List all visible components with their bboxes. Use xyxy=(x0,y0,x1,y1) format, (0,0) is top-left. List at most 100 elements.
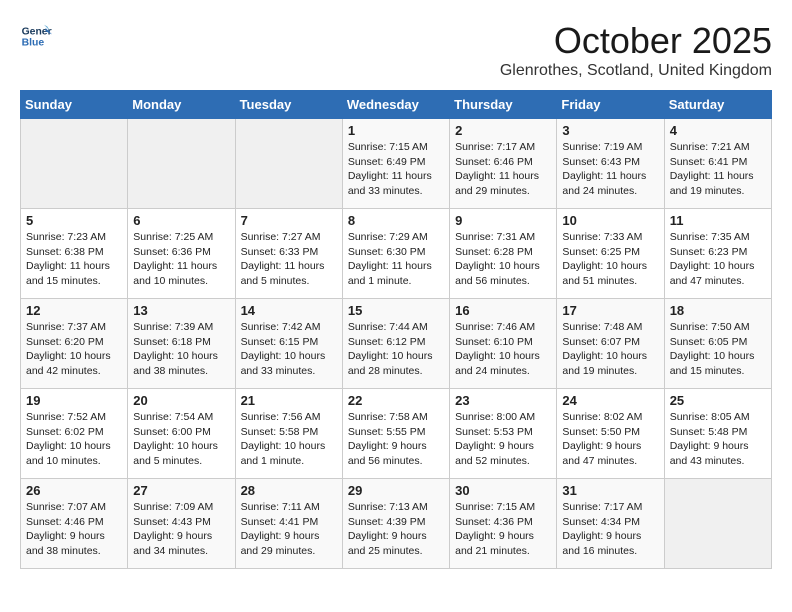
calendar-week-row: 26 Sunrise: 7:07 AM Sunset: 4:46 PM Dayli… xyxy=(21,479,772,569)
day-info: Sunrise: 7:54 AM Sunset: 6:00 PM Dayligh… xyxy=(133,410,229,469)
calendar-week-row: 12Sunrise: 7:37 AM Sunset: 6:20 PM Dayli… xyxy=(21,299,772,389)
calendar-table: SundayMondayTuesdayWednesdayThursdayFrid… xyxy=(20,90,772,569)
day-number: 12 xyxy=(26,303,122,318)
calendar-cell: 20 Sunrise: 7:54 AM Sunset: 6:00 PM Dayli… xyxy=(128,389,235,479)
calendar-week-row: 5 Sunrise: 7:23 AM Sunset: 6:38 PM Daylig… xyxy=(21,209,772,299)
weekday-header: Thursday xyxy=(450,91,557,119)
day-number: 3 xyxy=(562,123,658,138)
day-info: Sunrise: 8:05 AM Sunset: 5:48 PM Dayligh… xyxy=(670,410,766,469)
calendar-cell: 5 Sunrise: 7:23 AM Sunset: 6:38 PM Daylig… xyxy=(21,209,128,299)
day-number: 9 xyxy=(455,213,551,228)
calendar-cell: 17 Sunrise: 7:48 AM Sunset: 6:07 PM Dayli… xyxy=(557,299,664,389)
calendar-cell: 26 Sunrise: 7:07 AM Sunset: 4:46 PM Dayli… xyxy=(21,479,128,569)
calendar-cell: 3 Sunrise: 7:19 AM Sunset: 6:43 PM Daylig… xyxy=(557,119,664,209)
day-info: Sunrise: 7:11 AM Sunset: 4:41 PM Dayligh… xyxy=(241,500,337,559)
weekday-header: Tuesday xyxy=(235,91,342,119)
day-info: Sunrise: 7:33 AM Sunset: 6:25 PM Dayligh… xyxy=(562,230,658,289)
calendar-cell xyxy=(128,119,235,209)
logo-icon: General Blue xyxy=(20,20,52,52)
calendar-cell: 31 Sunrise: 7:17 AM Sunset: 4:34 PM Dayli… xyxy=(557,479,664,569)
day-info: Sunrise: 7:07 AM Sunset: 4:46 PM Dayligh… xyxy=(26,500,122,559)
day-number: 17 xyxy=(562,303,658,318)
calendar-cell: 19 Sunrise: 7:52 AM Sunset: 6:02 PM Dayli… xyxy=(21,389,128,479)
location-title: Glenrothes, Scotland, United Kingdom xyxy=(500,62,772,80)
day-info: Sunrise: 7:17 AM Sunset: 6:46 PM Dayligh… xyxy=(455,140,551,199)
calendar-cell: 9 Sunrise: 7:31 AM Sunset: 6:28 PM Daylig… xyxy=(450,209,557,299)
day-info: Sunrise: 7:27 AM Sunset: 6:33 PM Dayligh… xyxy=(241,230,337,289)
weekday-header: Monday xyxy=(128,91,235,119)
svg-text:Blue: Blue xyxy=(22,38,45,49)
day-number: 11 xyxy=(670,213,766,228)
day-info: Sunrise: 7:44 AM Sunset: 6:12 PM Dayligh… xyxy=(348,320,444,379)
calendar-cell: 7Sunrise: 7:27 AM Sunset: 6:33 PM Daylig… xyxy=(235,209,342,299)
day-number: 10 xyxy=(562,213,658,228)
day-number: 19 xyxy=(26,393,122,408)
calendar-cell: 13Sunrise: 7:39 AM Sunset: 6:18 PM Dayli… xyxy=(128,299,235,389)
day-number: 18 xyxy=(670,303,766,318)
calendar-cell: 23Sunrise: 8:00 AM Sunset: 5:53 PM Dayli… xyxy=(450,389,557,479)
day-info: Sunrise: 7:35 AM Sunset: 6:23 PM Dayligh… xyxy=(670,230,766,289)
day-number: 24 xyxy=(562,393,658,408)
calendar-cell: 28Sunrise: 7:11 AM Sunset: 4:41 PM Dayli… xyxy=(235,479,342,569)
calendar-cell: 18 Sunrise: 7:50 AM Sunset: 6:05 PM Dayli… xyxy=(664,299,771,389)
day-info: Sunrise: 7:42 AM Sunset: 6:15 PM Dayligh… xyxy=(241,320,337,379)
day-info: Sunrise: 7:09 AM Sunset: 4:43 PM Dayligh… xyxy=(133,500,229,559)
day-info: Sunrise: 8:00 AM Sunset: 5:53 PM Dayligh… xyxy=(455,410,551,469)
calendar-cell: 25 Sunrise: 8:05 AM Sunset: 5:48 PM Dayli… xyxy=(664,389,771,479)
day-number: 25 xyxy=(670,393,766,408)
day-number: 1 xyxy=(348,123,444,138)
calendar-header-row: SundayMondayTuesdayWednesdayThursdayFrid… xyxy=(21,91,772,119)
calendar-cell: 16Sunrise: 7:46 AM Sunset: 6:10 PM Dayli… xyxy=(450,299,557,389)
day-info: Sunrise: 7:50 AM Sunset: 6:05 PM Dayligh… xyxy=(670,320,766,379)
calendar-cell xyxy=(235,119,342,209)
day-info: Sunrise: 7:23 AM Sunset: 6:38 PM Dayligh… xyxy=(26,230,122,289)
calendar-cell: 29Sunrise: 7:13 AM Sunset: 4:39 PM Dayli… xyxy=(342,479,449,569)
day-info: Sunrise: 8:02 AM Sunset: 5:50 PM Dayligh… xyxy=(562,410,658,469)
day-info: Sunrise: 7:13 AM Sunset: 4:39 PM Dayligh… xyxy=(348,500,444,559)
title-block: October 2025 Glenrothes, Scotland, Unite… xyxy=(500,20,772,80)
weekday-header: Wednesday xyxy=(342,91,449,119)
calendar-cell: 14 Sunrise: 7:42 AM Sunset: 6:15 PM Dayli… xyxy=(235,299,342,389)
calendar-cell: 12Sunrise: 7:37 AM Sunset: 6:20 PM Dayli… xyxy=(21,299,128,389)
day-info: Sunrise: 7:58 AM Sunset: 5:55 PM Dayligh… xyxy=(348,410,444,469)
calendar-cell: 30 Sunrise: 7:15 AM Sunset: 4:36 PM Dayli… xyxy=(450,479,557,569)
day-info: Sunrise: 7:15 AM Sunset: 4:36 PM Dayligh… xyxy=(455,500,551,559)
calendar-cell: 11 Sunrise: 7:35 AM Sunset: 6:23 PM Dayli… xyxy=(664,209,771,299)
day-number: 14 xyxy=(241,303,337,318)
day-info: Sunrise: 7:19 AM Sunset: 6:43 PM Dayligh… xyxy=(562,140,658,199)
month-title: October 2025 xyxy=(500,20,772,62)
day-number: 2 xyxy=(455,123,551,138)
calendar-week-row: 1Sunrise: 7:15 AM Sunset: 6:49 PM Daylig… xyxy=(21,119,772,209)
calendar-cell: 4 Sunrise: 7:21 AM Sunset: 6:41 PM Daylig… xyxy=(664,119,771,209)
calendar-cell: 2 Sunrise: 7:17 AM Sunset: 6:46 PM Daylig… xyxy=(450,119,557,209)
weekday-header: Sunday xyxy=(21,91,128,119)
calendar-cell: 24 Sunrise: 8:02 AM Sunset: 5:50 PM Dayli… xyxy=(557,389,664,479)
day-number: 31 xyxy=(562,483,658,498)
logo: General Blue xyxy=(20,20,52,52)
day-number: 27 xyxy=(133,483,229,498)
day-number: 5 xyxy=(26,213,122,228)
day-number: 15 xyxy=(348,303,444,318)
weekday-header: Friday xyxy=(557,91,664,119)
calendar-cell: 8Sunrise: 7:29 AM Sunset: 6:30 PM Daylig… xyxy=(342,209,449,299)
day-number: 26 xyxy=(26,483,122,498)
day-info: Sunrise: 7:56 AM Sunset: 5:58 PM Dayligh… xyxy=(241,410,337,469)
day-info: Sunrise: 7:25 AM Sunset: 6:36 PM Dayligh… xyxy=(133,230,229,289)
day-number: 20 xyxy=(133,393,229,408)
day-number: 13 xyxy=(133,303,229,318)
day-info: Sunrise: 7:29 AM Sunset: 6:30 PM Dayligh… xyxy=(348,230,444,289)
day-number: 30 xyxy=(455,483,551,498)
calendar-cell: 6 Sunrise: 7:25 AM Sunset: 6:36 PM Daylig… xyxy=(128,209,235,299)
day-info: Sunrise: 7:48 AM Sunset: 6:07 PM Dayligh… xyxy=(562,320,658,379)
calendar-cell: 21Sunrise: 7:56 AM Sunset: 5:58 PM Dayli… xyxy=(235,389,342,479)
calendar-cell xyxy=(664,479,771,569)
calendar-cell: 22Sunrise: 7:58 AM Sunset: 5:55 PM Dayli… xyxy=(342,389,449,479)
day-info: Sunrise: 7:31 AM Sunset: 6:28 PM Dayligh… xyxy=(455,230,551,289)
day-info: Sunrise: 7:21 AM Sunset: 6:41 PM Dayligh… xyxy=(670,140,766,199)
day-info: Sunrise: 7:52 AM Sunset: 6:02 PM Dayligh… xyxy=(26,410,122,469)
day-number: 16 xyxy=(455,303,551,318)
page-header: General Blue October 2025 Glenrothes, Sc… xyxy=(20,20,772,80)
day-number: 4 xyxy=(670,123,766,138)
day-number: 6 xyxy=(133,213,229,228)
day-info: Sunrise: 7:17 AM Sunset: 4:34 PM Dayligh… xyxy=(562,500,658,559)
